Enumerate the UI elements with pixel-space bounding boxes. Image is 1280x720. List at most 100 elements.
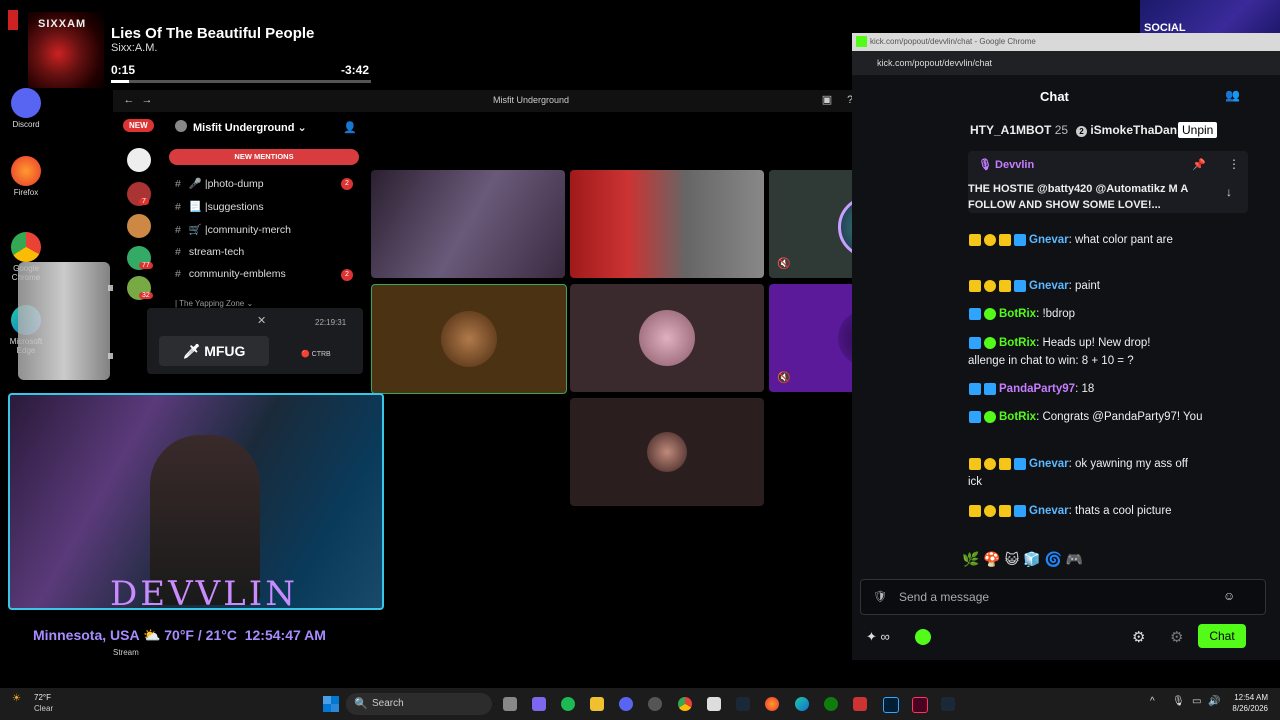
back-arrow-icon[interactable]: ← xyxy=(123,94,135,106)
chat-username[interactable]: BotRix xyxy=(999,308,1036,320)
taskbar-temp[interactable]: 72°F xyxy=(34,693,51,702)
video-tile-avatar[interactable] xyxy=(570,398,764,506)
channel-emoji: 🎤 xyxy=(188,178,202,190)
chat-message: Gnevar: paint xyxy=(969,277,1269,295)
chat-username[interactable]: BotRix xyxy=(999,337,1036,349)
add-member-icon[interactable]: 👤 xyxy=(343,121,357,134)
chat-message: BotRix: Congrats @PandaParty97! You xyxy=(969,408,1269,426)
network-icon[interactable]: ▭ xyxy=(1192,696,1201,707)
desktop-icon-red[interactable] xyxy=(8,10,18,30)
steam-taskbar-icon[interactable] xyxy=(941,697,955,711)
pin-icon[interactable]: 📌 xyxy=(1192,158,1206,171)
channel-community-merch[interactable]: # 🛒 |community-merch xyxy=(175,223,291,236)
channel-suggestions[interactable]: # 📃 |suggestions xyxy=(175,200,264,213)
spotify-icon[interactable] xyxy=(561,697,575,711)
video-tile-cam[interactable] xyxy=(570,170,764,278)
popup-user: 🔴 CTRB xyxy=(301,351,331,358)
desktop-icon-firefox[interactable]: Firefox xyxy=(4,156,48,197)
message-placeholder: Send a message xyxy=(899,590,990,604)
store-icon[interactable] xyxy=(707,697,721,711)
weather-icon[interactable]: ☀ xyxy=(12,693,21,704)
server-name-header[interactable]: Misfit Underground ⌄ xyxy=(193,121,307,134)
points-icon[interactable]: ✦ ∞ xyxy=(866,629,890,645)
chat-username[interactable]: BotRix xyxy=(999,411,1036,423)
channel-community-emblems[interactable]: # community-emblems xyxy=(175,268,286,280)
pinned-message: 🎙 Devvlin THE HOSTIE @batty420 @Automati… xyxy=(968,151,1248,213)
emoji-icon[interactable]: ☺ xyxy=(1223,589,1235,603)
kick-points-icon[interactable] xyxy=(915,629,931,645)
search-icon: 🔍 xyxy=(354,698,368,710)
chat-username[interactable]: Gnevar xyxy=(1029,234,1069,246)
chat-username[interactable]: Gnevar xyxy=(1029,505,1069,517)
chat-username[interactable]: PandaParty97 xyxy=(999,383,1075,395)
chat-header-title: Chat xyxy=(1040,89,1069,104)
track-progress-bar[interactable] xyxy=(111,80,371,83)
popup-label: MFUG xyxy=(204,343,246,359)
copilot-icon[interactable] xyxy=(532,697,546,711)
mic-icon[interactable]: 🎙 xyxy=(1172,696,1185,707)
search-placeholder: Search xyxy=(372,698,404,709)
participant-avatar xyxy=(639,310,695,366)
settings-gear-icon[interactable]: ⚙ xyxy=(1132,628,1145,646)
indesign-icon[interactable] xyxy=(912,697,928,713)
track-progress-fill xyxy=(111,80,130,83)
file-explorer-icon[interactable] xyxy=(590,697,604,711)
popup-close-icon[interactable]: ✕ xyxy=(257,314,266,327)
tray-chevron-icon[interactable]: ^ xyxy=(1150,696,1155,707)
address-bar[interactable]: kick.com/popout/devvlin/chat xyxy=(852,51,1280,75)
chrome-taskbar-icon[interactable] xyxy=(678,697,692,711)
mod-gear-icon[interactable]: ⚙ xyxy=(1170,628,1183,646)
badge-icons xyxy=(969,334,999,352)
channel-category[interactable]: | The Yapping Zone ⌄ xyxy=(175,299,253,308)
taskbar-search[interactable]: 🔍 Search xyxy=(346,693,492,715)
forward-arrow-icon[interactable]: → xyxy=(141,94,153,106)
top-gifter[interactable]: HTY_A1MBOT 25 xyxy=(970,123,1068,137)
video-tile-avatar[interactable] xyxy=(371,284,567,394)
desktop-icon-discord[interactable]: Discord xyxy=(4,88,48,129)
edge-taskbar-icon[interactable] xyxy=(795,697,809,711)
chat-users-icon[interactable]: 👥 xyxy=(1225,88,1240,102)
chat-message: Gnevar: thats a cool picture xyxy=(969,502,1269,520)
volume-icon[interactable]: 🔊 xyxy=(1208,696,1220,707)
github-icon[interactable] xyxy=(648,697,662,711)
xbox-icon[interactable] xyxy=(824,697,838,711)
window-title: Misfit Underground xyxy=(493,95,570,105)
participant-avatar xyxy=(647,432,687,472)
top-gifter[interactable]: 2 iSmokeThaDan xyxy=(1076,123,1177,137)
channel-photo-dump[interactable]: # 🎤 |photo-dump xyxy=(175,177,264,190)
chat-message: BotRix: Heads up! New drop! xyxy=(969,334,1269,352)
channel-stream-tech[interactable]: # stream-tech xyxy=(175,246,244,258)
expand-icon[interactable]: ↓ xyxy=(1226,185,1232,199)
channel-name: photo-dump xyxy=(207,178,264,190)
video-tile-avatar[interactable] xyxy=(570,284,764,392)
task-view-icon[interactable] xyxy=(503,697,517,711)
chat-username[interactable]: Gnevar xyxy=(1029,280,1069,292)
new-mentions-bar[interactable]: NEW MENTIONS xyxy=(169,149,359,165)
chat-username[interactable]: Gnevar xyxy=(1029,458,1069,470)
weather-clock-line: Minnesota, USA ⛅ 70°F / 21°C 12:54:47 AM xyxy=(33,627,326,644)
video-tile-cam[interactable] xyxy=(371,170,565,278)
windows-start-icon[interactable] xyxy=(323,696,339,712)
firefox-taskbar-icon[interactable] xyxy=(765,697,779,711)
chat-text: : ok yawning my ass off xyxy=(1068,458,1188,471)
weather-icon: ⛅ xyxy=(142,627,161,643)
taskbar-time[interactable]: 12:54 AM xyxy=(1232,693,1268,702)
popup-user-name: CTRB xyxy=(311,351,331,358)
taskbar-weather-desc: Clear xyxy=(34,704,54,713)
server-icon[interactable] xyxy=(127,148,151,172)
steam-icon[interactable] xyxy=(736,697,750,711)
chat-text: : Heads up! New drop! xyxy=(1036,337,1151,350)
server-icon[interactable] xyxy=(127,214,151,238)
taskbar-date[interactable]: 8/26/2026 xyxy=(1226,704,1268,713)
elapsed-time: 0:15 xyxy=(111,63,136,77)
remaining-time: -3:42 xyxy=(341,63,370,77)
chat-send-button[interactable]: Chat xyxy=(1198,624,1246,648)
photoshop-icon[interactable] xyxy=(883,697,899,713)
location-text: Minnesota, USA xyxy=(33,627,140,643)
message-input-box[interactable]: 🛡 Send a message ☺ xyxy=(860,579,1266,615)
gifter-name: HTY_A1MBOT xyxy=(970,123,1052,137)
inbox-icon[interactable]: ▣ xyxy=(821,94,833,106)
discord-taskbar-icon[interactable] xyxy=(619,697,633,711)
more-options-icon[interactable]: ⋮ xyxy=(1228,157,1240,171)
app-icon[interactable] xyxy=(853,697,867,711)
